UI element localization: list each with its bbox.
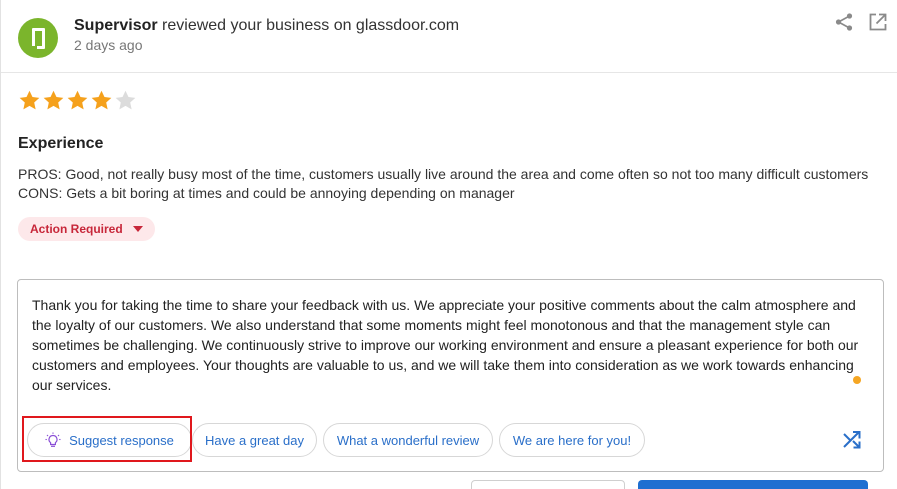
lightbulb-icon bbox=[45, 432, 61, 447]
review-cons: CONS: Gets a bit boring at times and cou… bbox=[18, 185, 515, 201]
quick-reply-chip[interactable]: What a wonderful review bbox=[323, 423, 493, 457]
review-header: Supervisor reviewed your business on gla… bbox=[1, 0, 897, 73]
star-icon bbox=[19, 90, 40, 110]
glassdoor-logo-icon bbox=[18, 18, 58, 58]
star-icon bbox=[67, 90, 88, 110]
star-icon bbox=[91, 90, 112, 110]
review-action-text: reviewed your business on glassdoor.com bbox=[162, 17, 460, 34]
share-icon[interactable] bbox=[834, 12, 854, 32]
review-card: Supervisor reviewed your business on gla… bbox=[0, 0, 897, 489]
review-timestamp: 2 days ago bbox=[74, 37, 143, 53]
response-editor[interactable]: Thank you for taking the time to share y… bbox=[17, 279, 884, 472]
review-title: Experience bbox=[18, 135, 104, 152]
primary-action-button[interactable] bbox=[638, 480, 868, 489]
suggest-response-label: Suggest response bbox=[69, 432, 174, 448]
secondary-action-button[interactable] bbox=[471, 480, 625, 489]
open-external-icon[interactable] bbox=[868, 12, 888, 32]
status-badge[interactable]: Action Required bbox=[18, 217, 155, 241]
star-icon bbox=[115, 90, 136, 110]
caret-down-icon bbox=[132, 226, 143, 232]
quick-reply-chip[interactable]: We are here for you! bbox=[499, 423, 645, 457]
star-rating bbox=[18, 89, 137, 112]
shuffle-icon[interactable] bbox=[842, 430, 862, 450]
star-icon bbox=[43, 90, 64, 110]
grammar-indicator-icon[interactable] bbox=[853, 376, 861, 384]
reviewer-name: Supervisor bbox=[74, 17, 158, 34]
quick-reply-chip[interactable]: Have a great day bbox=[192, 423, 317, 457]
suggest-response-button[interactable]: Suggest response bbox=[27, 423, 192, 457]
review-pros: PROS: Good, not really busy most of the … bbox=[18, 166, 869, 182]
response-textarea[interactable]: Thank you for taking the time to share y… bbox=[32, 295, 870, 395]
review-headline: Supervisor reviewed your business on gla… bbox=[74, 17, 459, 35]
status-label: Action Required bbox=[30, 222, 123, 236]
